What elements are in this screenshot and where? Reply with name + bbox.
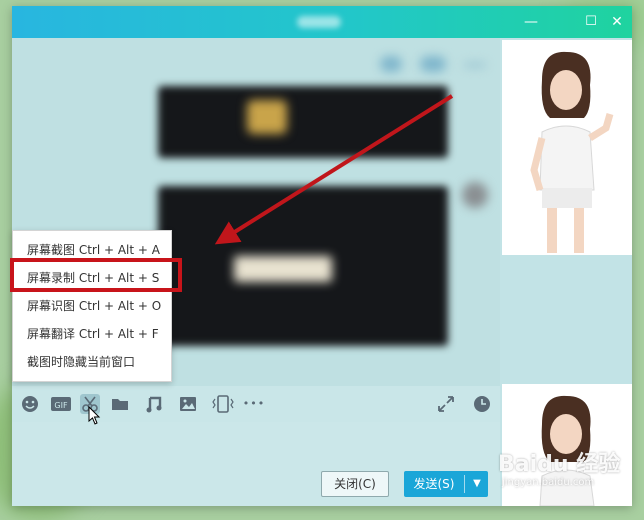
send-button[interactable]: 发送(S) ▼ xyxy=(404,471,488,497)
music-icon[interactable] xyxy=(144,394,164,414)
video-icon[interactable] xyxy=(420,56,446,72)
menu-item-screen-capture[interactable]: 屏幕截图 Ctrl + Alt + A xyxy=(13,236,171,264)
menu-item-screen-recognize[interactable]: 屏幕识图 Ctrl + Alt + O xyxy=(13,292,171,320)
window-title-blurred xyxy=(297,16,341,28)
image-message[interactable] xyxy=(158,86,448,158)
close-button[interactable]: 关闭(C) xyxy=(321,471,389,497)
menu-item-screen-translate[interactable]: 屏幕翻译 Ctrl + Alt + F xyxy=(13,320,171,348)
minimize-button[interactable]: — xyxy=(522,13,540,31)
more-options-icon[interactable] xyxy=(464,62,486,68)
title-bar[interactable]: — ☐ ✕ xyxy=(12,6,632,38)
contact-show-image xyxy=(502,40,632,255)
send-button-label: 发送(S) xyxy=(413,477,455,491)
watermark-brand: Baidu 经验 xyxy=(498,452,621,477)
gif-label: GIF xyxy=(54,401,68,410)
clock-icon[interactable] xyxy=(472,394,492,414)
folder-icon[interactable] xyxy=(110,394,130,414)
phone-vibrate-icon[interactable] xyxy=(210,394,236,414)
send-button-divider xyxy=(464,475,465,493)
image-content-blurred xyxy=(247,100,287,134)
emoji-icon[interactable] xyxy=(20,394,40,414)
more-icon[interactable]: ••• xyxy=(242,394,266,414)
mouse-cursor-icon xyxy=(88,406,101,425)
gif-icon[interactable]: GIF xyxy=(50,394,72,414)
close-window-button[interactable]: ✕ xyxy=(608,13,626,31)
input-toolbar: GIF ••• xyxy=(12,386,500,422)
call-icon[interactable] xyxy=(380,56,402,72)
avatar[interactable] xyxy=(462,182,488,208)
image-content-blurred xyxy=(234,256,332,282)
menu-item-screen-record[interactable]: 屏幕录制 Ctrl + Alt + S xyxy=(13,264,171,292)
send-options-dropdown-icon[interactable]: ▼ xyxy=(466,471,488,497)
menu-item-hide-window[interactable]: 截图时隐藏当前窗口 xyxy=(13,348,171,376)
image-icon[interactable] xyxy=(178,394,198,414)
watermark: Baidu 经验 jingyan.baidu.com xyxy=(498,446,628,496)
side-panel xyxy=(500,38,632,506)
maximize-button[interactable]: ☐ xyxy=(582,13,600,31)
screenshot-context-menu: 屏幕截图 Ctrl + Alt + A 屏幕录制 Ctrl + Alt + S … xyxy=(12,230,172,382)
expand-icon[interactable] xyxy=(436,394,456,414)
watermark-url: jingyan.baidu.com xyxy=(502,477,595,488)
